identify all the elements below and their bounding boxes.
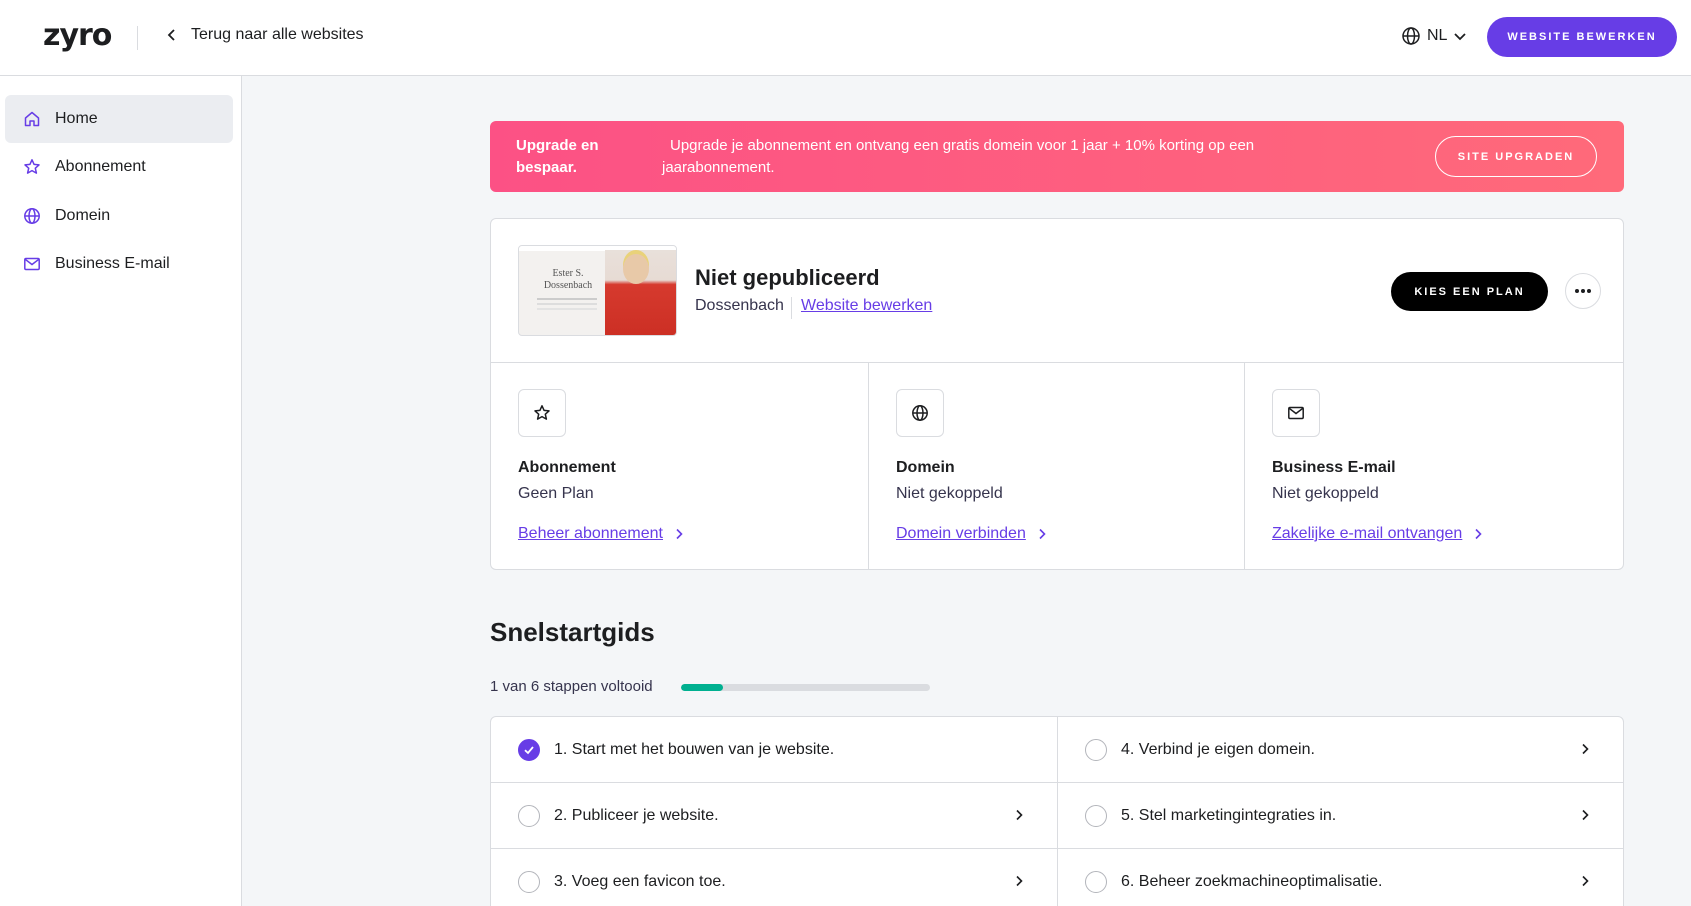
feature-title: Domein — [896, 459, 955, 476]
edit-website-button[interactable]: WEBSITE BEWERKEN — [1487, 17, 1677, 57]
feature-link-label: Zakelijke e-mail ontvangen — [1272, 525, 1463, 542]
sidebar: Home Abonnement Domein Business E-mail — [0, 76, 242, 906]
step-label: 5. Stel marketingintegraties in. — [1121, 806, 1337, 824]
chevron-right-icon — [1582, 809, 1589, 821]
step-checkbox — [518, 804, 540, 827]
globe-icon — [24, 208, 40, 224]
header-divider — [137, 26, 138, 50]
banner-text: Upgrade je abonnement en ontvang een gra… — [662, 137, 1255, 176]
sidebar-item-label: Home — [55, 110, 98, 127]
sidebar-item-label: Domein — [55, 207, 111, 224]
chevron-right-icon — [1582, 875, 1589, 887]
star-icon — [518, 389, 566, 437]
sidebar-item-home[interactable]: Home — [5, 95, 233, 143]
feature-link-label: Domein verbinden — [896, 525, 1026, 542]
step-label: 1. Start met het bouwen van je website. — [554, 740, 835, 758]
more-horizontal-icon — [1575, 289, 1591, 293]
step-checkbox-checked — [518, 738, 540, 761]
quickstart-progress-bar — [681, 684, 930, 691]
sidebar-item-business-email[interactable]: Business E-mail — [5, 240, 233, 288]
step-checkbox — [1085, 804, 1107, 827]
thumbnail-site-name: Ester S. Dossenbach — [543, 268, 593, 291]
step-item-6[interactable]: 6. Beheer zoekmachineoptimalisatie. — [1057, 849, 1623, 906]
feature-subtitle: Niet gekoppeld — [1272, 485, 1379, 502]
step-label: 4. Verbind je eigen domein. — [1121, 740, 1315, 758]
thumbnail-portrait — [623, 254, 649, 284]
top-header: zyro Terug naar alle websites NL WEBSITE… — [0, 0, 1691, 76]
step-item-2[interactable]: 2. Publiceer je website. — [491, 783, 1057, 849]
chevron-down-icon — [1454, 33, 1467, 41]
quickstart-steps: 1. Start met het bouwen van je website. … — [490, 716, 1624, 906]
feature-abonnement: Abonnement Geen Plan Beheer abonnement — [491, 363, 869, 570]
quickstart-title: Snelstartgids — [490, 617, 655, 647]
back-label: Terug naar alle websites — [191, 26, 364, 43]
step-item-3[interactable]: 3. Voeg een favicon toe. — [491, 849, 1057, 906]
site-card: Ester S. Dossenbach Niet gepubliceerd Do… — [490, 218, 1624, 570]
get-business-email-link[interactable]: Zakelijke e-mail ontvangen — [1272, 525, 1484, 543]
star-icon — [24, 159, 40, 174]
step-checkbox — [1085, 738, 1107, 761]
feature-title: Business E-mail — [1272, 459, 1396, 476]
site-meta-divider — [791, 297, 792, 319]
sidebar-item-label: Business E-mail — [55, 255, 170, 272]
thumbnail-text-lines — [537, 298, 597, 300]
upgrade-site-button[interactable]: SITE UPGRADEN — [1435, 136, 1597, 177]
site-name: Dossenbach — [695, 297, 784, 314]
feature-subtitle: Niet gekoppeld — [896, 485, 1003, 502]
sidebar-item-label: Abonnement — [55, 158, 146, 175]
chevron-right-icon — [1039, 528, 1046, 540]
step-checkbox — [518, 870, 540, 893]
chevron-right-icon — [676, 528, 683, 540]
mail-icon — [24, 257, 40, 271]
chevron-right-icon — [1475, 528, 1482, 540]
feature-domein: Domein Niet gekoppeld Domein verbinden — [869, 363, 1245, 570]
quickstart-progress-fill — [681, 684, 724, 691]
check-icon — [524, 745, 534, 754]
sidebar-item-abonnement[interactable]: Abonnement — [5, 143, 233, 191]
feature-title: Abonnement — [518, 459, 616, 476]
globe-icon — [1402, 27, 1420, 45]
step-item-5[interactable]: 5. Stel marketingintegraties in. — [1057, 783, 1623, 849]
site-thumbnail[interactable]: Ester S. Dossenbach — [518, 245, 677, 336]
choose-plan-button[interactable]: KIES EEN PLAN — [1391, 272, 1548, 311]
back-to-websites-link[interactable]: Terug naar alle websites — [165, 26, 364, 44]
connect-domain-link[interactable]: Domein verbinden — [896, 525, 1048, 543]
banner-title: Upgrade en bespaar. — [516, 137, 599, 176]
chevron-right-icon — [1016, 809, 1023, 821]
zyro-logo[interactable]: zyro — [43, 18, 112, 53]
sidebar-item-domein[interactable]: Domein — [5, 192, 233, 240]
site-status: Niet gepubliceerd — [695, 265, 880, 290]
chevron-right-icon — [1582, 743, 1589, 755]
step-item-4[interactable]: 4. Verbind je eigen domein. — [1057, 717, 1623, 783]
feature-subtitle: Geen Plan — [518, 485, 594, 502]
mail-icon — [1272, 389, 1320, 437]
chevron-right-icon — [1016, 875, 1023, 887]
chevron-left-icon — [167, 29, 175, 41]
feature-business-email: Business E-mail Niet gekoppeld Zakelijke… — [1245, 363, 1623, 570]
step-label: 2. Publiceer je website. — [554, 806, 719, 824]
manage-subscription-link[interactable]: Beheer abonnement — [518, 525, 685, 543]
feature-link-label: Beheer abonnement — [518, 525, 663, 542]
step-label: 6. Beheer zoekmachineoptimalisatie. — [1121, 872, 1383, 890]
globe-icon — [896, 389, 944, 437]
step-item-1[interactable]: 1. Start met het bouwen van je website. — [491, 717, 1057, 783]
quickstart-progress-text: 1 van 6 stappen voltooid — [490, 678, 653, 695]
language-selector[interactable]: NL — [1401, 26, 1467, 46]
step-label: 3. Voeg een favicon toe. — [554, 872, 726, 890]
home-icon — [24, 111, 40, 127]
upgrade-banner: Upgrade en bespaar. Upgrade je abonnemen… — [490, 121, 1624, 192]
language-code: NL — [1427, 27, 1448, 44]
more-options-button[interactable] — [1565, 273, 1601, 309]
edit-website-link[interactable]: Website bewerken — [801, 297, 932, 315]
step-checkbox — [1085, 870, 1107, 893]
